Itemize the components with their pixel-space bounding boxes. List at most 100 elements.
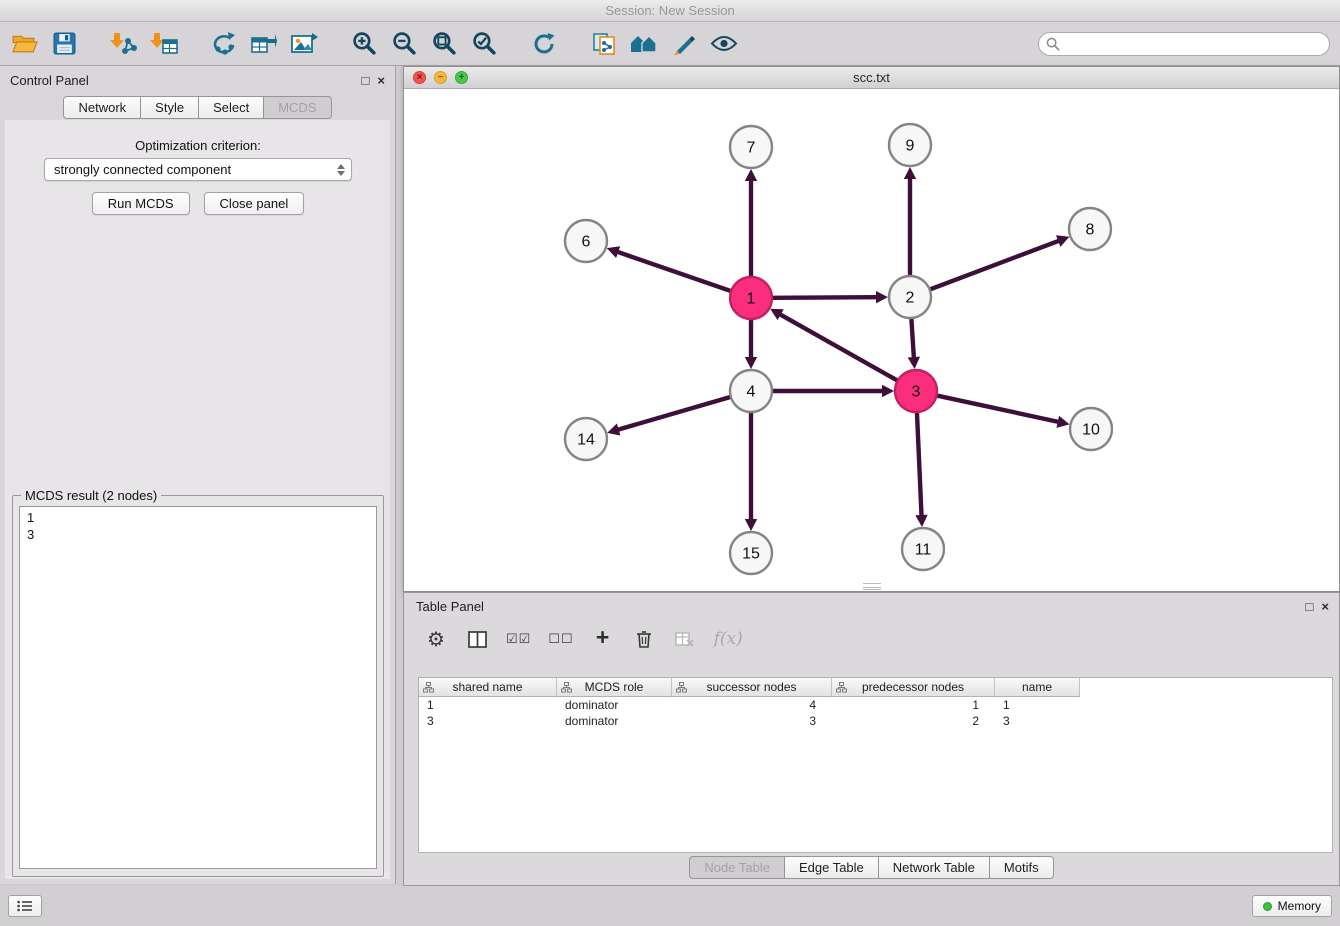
column-header-name[interactable]: name [995, 678, 1080, 697]
cell-name[interactable]: 3 [995, 714, 1080, 728]
select-all-icon[interactable]: ☑☑ [506, 626, 531, 652]
graph-edge-3-1[interactable] [781, 315, 897, 381]
save-session-icon[interactable] [46, 26, 82, 62]
memory-button[interactable]: Memory [1252, 895, 1332, 917]
graph-edge-4-14[interactable] [619, 397, 730, 429]
column-header-mcds-role[interactable]: MCDS role [557, 678, 672, 697]
tab-edge-table[interactable]: Edge Table [785, 856, 879, 879]
graph-node-label: 15 [742, 546, 760, 563]
mcds-result-item[interactable]: 3 [20, 526, 376, 543]
list-icon [17, 900, 33, 912]
zoom-selected-icon[interactable] [466, 26, 502, 62]
graph-edge-arrow [607, 424, 620, 436]
mcds-result-title: MCDS result (2 nodes) [21, 488, 161, 503]
window-minimize-button[interactable]: − [434, 71, 447, 84]
close-panel-icon[interactable]: × [1321, 600, 1329, 613]
criterion-dropdown[interactable]: strongly connected component [44, 158, 352, 181]
graph-edge-arrow [745, 169, 757, 181]
tab-select[interactable]: Select [199, 96, 264, 119]
graph-edge-3-10[interactable] [937, 396, 1057, 422]
memory-status-icon [1263, 902, 1272, 911]
task-history-button[interactable] [8, 895, 42, 917]
tab-network[interactable]: Network [63, 96, 141, 119]
cell-predecessor-nodes[interactable]: 1 [832, 698, 995, 712]
graph-node-label: 4 [747, 384, 756, 401]
tab-mcds[interactable]: MCDS [264, 96, 331, 119]
mcds-result-item[interactable]: 1 [20, 509, 376, 526]
network-graph[interactable]: 7968124314101511 [404, 89, 1339, 591]
home-layout-icon[interactable] [626, 26, 662, 62]
table-settings-icon[interactable]: ⚙ [424, 626, 448, 652]
window-close-button[interactable]: × [413, 71, 426, 84]
graph-edge-arrow [745, 357, 757, 369]
network-canvas[interactable]: 7968124314101511 [404, 89, 1339, 591]
graph-node-label: 3 [912, 384, 921, 401]
column-type-icon [561, 682, 572, 693]
float-panel-icon[interactable]: □ [1306, 600, 1314, 613]
table-header-row: shared name MCDS role successor nodes pr… [419, 678, 1332, 697]
column-header-predecessor-nodes[interactable]: predecessor nodes [832, 678, 995, 697]
clone-network-icon[interactable] [586, 26, 622, 62]
table-row[interactable]: 3 dominator 3 2 3 [419, 713, 1332, 729]
window-title-bar: Session: New Session [0, 0, 1340, 22]
graph-edge-1-6[interactable] [618, 252, 730, 291]
table-row[interactable]: 1 dominator 4 1 1 [419, 697, 1332, 713]
mcds-result-list[interactable]: 1 3 [19, 506, 377, 869]
cell-mcds-role[interactable]: dominator [557, 714, 672, 728]
tab-style[interactable]: Style [141, 96, 199, 119]
graph-node-label: 9 [906, 138, 915, 155]
show-hide-icon[interactable] [706, 26, 742, 62]
graph-edge-1-2[interactable] [773, 297, 876, 298]
style-brush-icon[interactable] [666, 26, 702, 62]
zoom-in-icon[interactable] [346, 26, 382, 62]
tab-network-table[interactable]: Network Table [879, 856, 990, 879]
new-network-icon[interactable] [206, 26, 242, 62]
graph-node-label: 10 [1082, 422, 1100, 439]
graph-edge-3-11[interactable] [917, 413, 922, 515]
close-panel-button[interactable]: Close panel [204, 192, 305, 215]
zoom-out-icon[interactable] [386, 26, 422, 62]
graph-node-label: 11 [915, 542, 932, 559]
refresh-view-icon[interactable] [526, 26, 562, 62]
table-panel: Table Panel □ × ⚙ ☑☑ ☐☐ + [403, 592, 1340, 886]
table-panel-title: Table Panel [416, 599, 484, 614]
add-column-icon[interactable]: + [591, 625, 615, 651]
graph-edge-2-3[interactable] [911, 319, 913, 357]
tab-node-table[interactable]: Node Table [689, 856, 785, 879]
import-network-icon[interactable] [106, 26, 142, 62]
cell-mcds-role[interactable]: dominator [557, 698, 672, 712]
function-builder-icon: f(x) [714, 626, 743, 652]
graph-edge-2-8[interactable] [931, 241, 1059, 289]
show-column-icon[interactable] [465, 626, 489, 652]
import-table-icon[interactable] [146, 26, 182, 62]
float-panel-icon[interactable]: □ [362, 74, 370, 87]
optimization-criterion-label: Optimization criterion: [0, 138, 396, 153]
close-panel-icon[interactable]: × [377, 74, 385, 87]
column-header-successor-nodes[interactable]: successor nodes [672, 678, 832, 697]
resize-handle[interactable] [863, 583, 881, 590]
deselect-all-icon[interactable]: ☐☐ [548, 626, 573, 652]
delete-column-icon[interactable] [632, 626, 656, 652]
cell-name[interactable]: 1 [995, 698, 1080, 712]
export-table-icon[interactable] [246, 26, 282, 62]
memory-label: Memory [1278, 899, 1321, 913]
control-panel: Control Panel □ × Network Style Select M… [0, 66, 396, 884]
cell-shared-name[interactable]: 3 [419, 714, 557, 728]
network-window-title: scc.txt [404, 70, 1339, 85]
export-image-icon[interactable] [286, 26, 322, 62]
graph-node-label: 7 [747, 140, 756, 157]
cell-successor-nodes[interactable]: 3 [672, 714, 832, 728]
cell-successor-nodes[interactable]: 4 [672, 698, 832, 712]
control-panel-title: Control Panel [10, 73, 89, 88]
graph-edge-arrow [908, 357, 920, 369]
run-mcds-button[interactable]: Run MCDS [92, 192, 190, 215]
column-header-shared-name[interactable]: shared name [419, 678, 557, 697]
window-zoom-button[interactable]: + [455, 71, 468, 84]
tab-motifs[interactable]: Motifs [990, 856, 1054, 879]
zoom-fit-icon[interactable] [426, 26, 462, 62]
search-input[interactable] [1038, 32, 1330, 56]
open-session-icon[interactable] [6, 26, 42, 62]
cell-predecessor-nodes[interactable]: 2 [832, 714, 995, 728]
cell-shared-name[interactable]: 1 [419, 698, 557, 712]
graph-edge-arrow [882, 385, 894, 397]
